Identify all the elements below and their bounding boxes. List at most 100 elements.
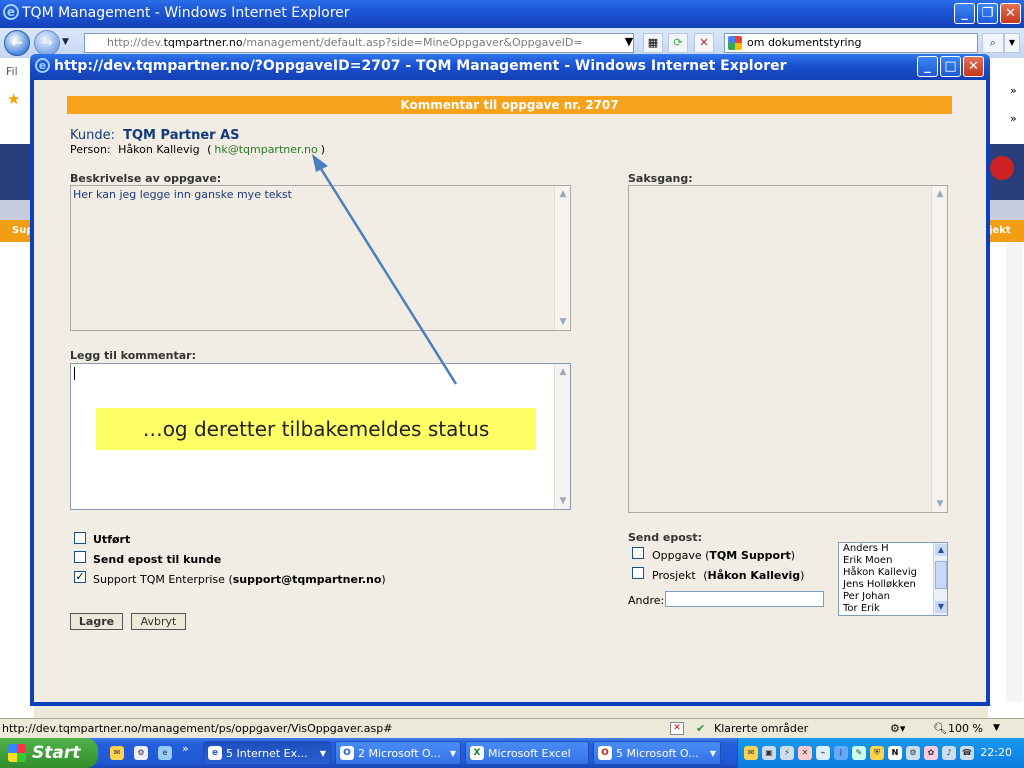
refresh-icon[interactable]: ⟳ bbox=[668, 33, 688, 53]
clock[interactable]: 22:20 bbox=[980, 746, 1012, 759]
protected-mode-icon[interactable]: ⚙▾ bbox=[890, 719, 905, 738]
andre-input[interactable] bbox=[665, 591, 824, 607]
scroll-up-icon[interactable]: ▲ bbox=[555, 364, 571, 380]
oppgave-checkbox[interactable] bbox=[632, 547, 644, 559]
popup-close-button[interactable]: ✕ bbox=[963, 56, 984, 77]
compat-view-icon[interactable]: ▦ bbox=[643, 33, 663, 53]
scroll-up-icon[interactable]: ▲ bbox=[555, 186, 571, 202]
security-tray-icon[interactable]: ⛨ bbox=[870, 746, 884, 760]
utfort-checkbox[interactable] bbox=[74, 532, 86, 544]
outlook-icon: O bbox=[340, 746, 354, 760]
start-button[interactable]: Start bbox=[0, 738, 98, 768]
outlook-quicklaunch-icon[interactable]: ✉ bbox=[110, 746, 124, 760]
favorites-star-icon[interactable]: ★ bbox=[7, 90, 20, 108]
scrollbar[interactable]: ▲ ▼ bbox=[554, 186, 570, 330]
prosjekt-checkbox[interactable] bbox=[632, 567, 644, 579]
stop-icon[interactable]: ✕ bbox=[694, 33, 714, 53]
prosjekt-value: Håkon Kallevig bbox=[707, 569, 801, 582]
oppgave-label: Oppgave bbox=[652, 549, 702, 562]
office-icon: O bbox=[598, 746, 612, 760]
nav-dropdown-icon[interactable]: ▼ bbox=[62, 37, 69, 47]
scrollbar[interactable]: ▲ ▼ bbox=[554, 364, 570, 509]
taskbar-item-office[interactable]: O5 Microsoft O... ▼ bbox=[593, 741, 721, 765]
volume-tray-icon[interactable]: ♪ bbox=[942, 746, 956, 760]
search-input[interactable]: om dokumentstyring bbox=[724, 33, 978, 53]
kunde-label: Kunde: bbox=[70, 128, 115, 143]
annotation-callout: …og deretter tilbakemeldes status bbox=[96, 408, 536, 450]
taskbar-item-outlook[interactable]: O2 Microsoft O... ▼ bbox=[335, 741, 461, 765]
background-tab-right: jekt bbox=[988, 220, 1024, 242]
recipient-item[interactable]: Tor Erik bbox=[839, 603, 947, 615]
recipient-item[interactable]: Håkon Kallevig bbox=[839, 567, 947, 579]
ie-logo-icon: e bbox=[35, 58, 50, 73]
zone-label: Klarerte områder bbox=[714, 722, 809, 735]
forward-icon[interactable]: → bbox=[34, 30, 60, 56]
save-button[interactable]: Lagre bbox=[70, 613, 123, 630]
outer-minimize-button[interactable]: _ bbox=[954, 3, 975, 24]
recipients-listbox[interactable]: Anders H Erik Moen Håkon Kallevig Jens H… bbox=[838, 542, 948, 616]
tray-icon[interactable]: N bbox=[888, 746, 902, 760]
scroll-up-icon[interactable]: ▲ bbox=[935, 544, 947, 556]
tray-icon[interactable]: ⌁ bbox=[816, 746, 830, 760]
blocked-content-icon[interactable]: ✕ bbox=[670, 722, 684, 735]
trusted-check-icon: ✔ bbox=[696, 722, 706, 735]
tray-icon[interactable]: ☎ bbox=[960, 746, 974, 760]
scroll-down-icon[interactable]: ▼ bbox=[555, 493, 571, 509]
scroll-down-icon[interactable]: ▼ bbox=[935, 601, 947, 613]
zoom-dropdown-icon[interactable]: ▼ bbox=[993, 719, 1000, 738]
support-label: Support TQM Enterprise bbox=[93, 573, 225, 586]
cancel-button[interactable]: Avbryt bbox=[131, 613, 186, 630]
recipient-item[interactable]: Erik Moen bbox=[839, 555, 947, 567]
mail-tray-icon[interactable]: ✉ bbox=[744, 746, 758, 760]
chevron-right-icon[interactable]: » bbox=[1010, 112, 1017, 125]
status-bar: http://dev.tqmpartner.no/management/ps/o… bbox=[0, 718, 1024, 738]
quicklaunch-icon[interactable]: ⚙ bbox=[134, 746, 148, 760]
search-icon[interactable]: ⌕ bbox=[982, 33, 1004, 53]
person-row: Person: Håkon Kallevig (hk@tqmpartner.no… bbox=[70, 143, 326, 156]
recipient-item[interactable]: Per Johan bbox=[839, 591, 947, 603]
listbox-scrollbar[interactable]: ▲ ▼ bbox=[933, 543, 947, 615]
address-dropdown-icon[interactable]: ▼ bbox=[622, 33, 636, 53]
back-icon[interactable]: ← bbox=[4, 30, 30, 56]
taskbar-item-ie[interactable]: e5 Internet Ex... ▼ bbox=[203, 741, 331, 765]
person-value: Håkon Kallevig bbox=[118, 143, 200, 156]
popup-minimize-button[interactable]: _ bbox=[917, 56, 938, 77]
address-bar[interactable]: http://dev.tqmpartner.no/management/defa… bbox=[84, 33, 634, 53]
prosjekt-label: Prosjekt bbox=[652, 569, 696, 582]
tray-icon[interactable]: ⚡ bbox=[780, 746, 794, 760]
ie-quicklaunch-icon[interactable]: e bbox=[158, 746, 172, 760]
scrollbar[interactable]: ▲ ▼ bbox=[931, 186, 947, 512]
support-checkbox[interactable]: ✓ bbox=[74, 571, 86, 583]
background-scrollbar[interactable] bbox=[1006, 242, 1022, 702]
bluetooth-tray-icon[interactable]: ᛒ bbox=[834, 746, 848, 760]
text-cursor bbox=[74, 367, 75, 380]
zoom-level[interactable]: 100 % bbox=[948, 719, 983, 738]
scroll-up-icon[interactable]: ▲ bbox=[932, 186, 948, 202]
scroll-down-icon[interactable]: ▼ bbox=[555, 314, 571, 330]
oppgave-row: Oppgave (TQM Support) bbox=[652, 549, 796, 562]
taskbar-item-excel[interactable]: X Microsoft Excel bbox=[465, 741, 589, 765]
beskrivelse-label: Beskrivelse av oppgave: bbox=[70, 172, 222, 185]
scroll-thumb[interactable] bbox=[935, 561, 947, 589]
network-tray-icon[interactable]: ▣ bbox=[762, 746, 776, 760]
send-kunde-checkbox[interactable] bbox=[74, 551, 86, 563]
search-options-icon[interactable]: ▼ bbox=[1004, 33, 1020, 53]
tray-icon[interactable]: ✎ bbox=[852, 746, 866, 760]
chevron-right-icon[interactable]: » bbox=[182, 742, 189, 755]
zoom-icon: 🔍︎ bbox=[933, 722, 947, 735]
popup-maximize-button[interactable]: □ bbox=[940, 56, 961, 77]
saksgang-textarea[interactable]: ▲ ▼ bbox=[628, 185, 948, 513]
scroll-down-icon[interactable]: ▼ bbox=[932, 496, 948, 512]
saksgang-label: Saksgang: bbox=[628, 172, 693, 185]
popup-titlebar: e http://dev.tqmpartner.no/?OppgaveID=27… bbox=[30, 54, 990, 80]
background-banner bbox=[988, 144, 1024, 200]
tray-icon[interactable]: ⚙ bbox=[906, 746, 920, 760]
tray-icon[interactable]: ✕ bbox=[798, 746, 812, 760]
background-page-left: Fil ★ Sup bbox=[0, 58, 34, 718]
recipient-item[interactable]: Jens Holløkken bbox=[839, 579, 947, 591]
tray-icon[interactable]: ✿ bbox=[924, 746, 938, 760]
outer-close-button[interactable]: ✕ bbox=[1000, 3, 1021, 24]
recipient-item[interactable]: Anders H bbox=[839, 543, 947, 555]
chevron-right-icon[interactable]: » bbox=[1010, 84, 1017, 97]
outer-restore-button[interactable]: ❐ bbox=[977, 3, 998, 24]
